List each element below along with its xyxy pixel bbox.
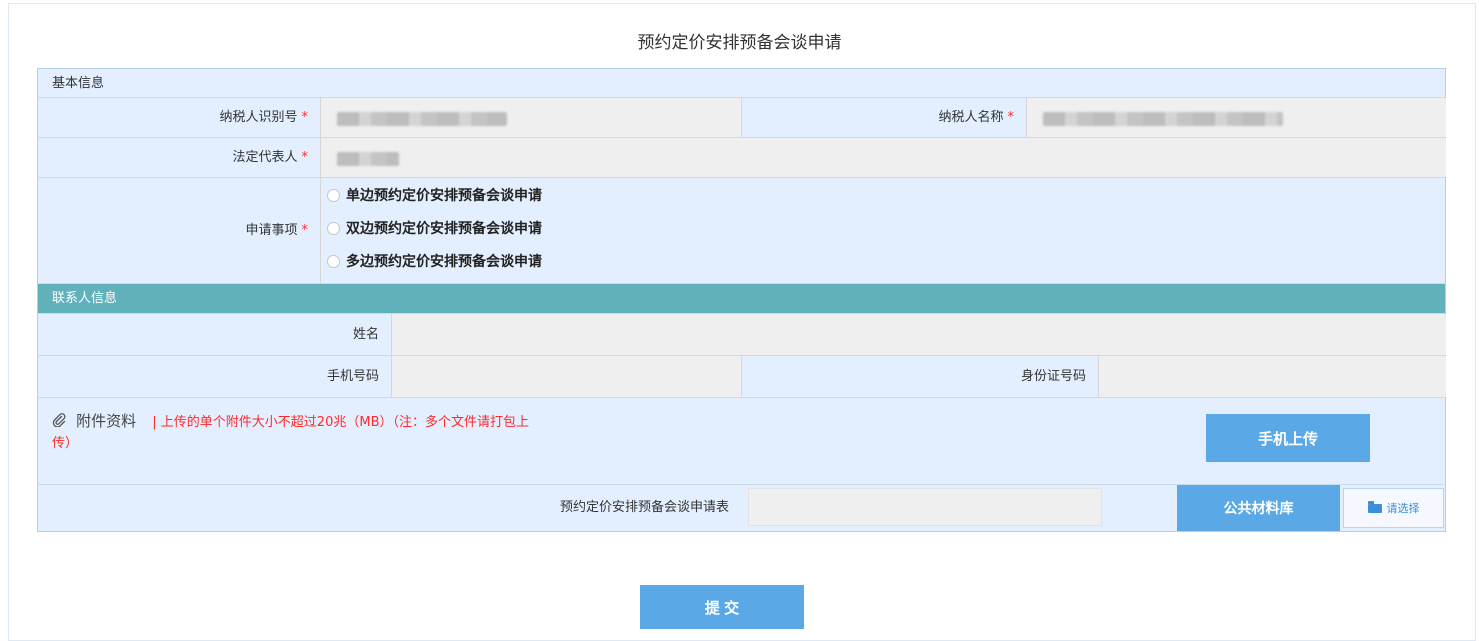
row-application-matter: 申请事项 * 单边预约定价安排预备会谈申请 双边预约定价安排预备会谈申请 多边预约… — [38, 178, 1445, 284]
legal-rep-label: 法定代表人 * — [232, 150, 308, 165]
radio-button[interactable] — [327, 188, 340, 202]
required-mark: * — [301, 110, 309, 125]
paperclip-icon — [52, 413, 66, 428]
redacted-value — [337, 152, 399, 166]
row-legal-rep: 法定代表人 * — [38, 138, 1446, 178]
choose-file-button[interactable]: 请选择 — [1343, 488, 1444, 528]
id-number-label: 身份证号码 — [741, 356, 1098, 397]
section-contact-info: 联系人信息 — [38, 284, 1445, 314]
public-library-button[interactable]: 公共材料库 — [1177, 485, 1340, 531]
row-contact-name: 姓名 — [38, 314, 1446, 356]
file-field[interactable] — [748, 488, 1102, 526]
matter-label: 申请事项 * — [245, 223, 308, 238]
legal-rep-field[interactable] — [320, 138, 1446, 177]
id-number-field[interactable] — [1098, 356, 1446, 397]
submit-button[interactable]: 提 交 — [640, 585, 804, 629]
attachment-note: | 上传的单个附件大小不超过20兆（MB）（注：多个文件请打包上 — [152, 415, 529, 430]
phone-label: 手机号码 — [326, 369, 379, 384]
option-multilateral[interactable]: 多边预约定价安排预备会谈申请 — [327, 251, 542, 271]
option-unilateral[interactable]: 单边预约定价安排预备会谈申请 — [327, 185, 542, 205]
section-basic-info: 基本信息 — [38, 69, 1445, 98]
radio-button[interactable] — [327, 221, 340, 235]
matter-options: 单边预约定价安排预备会谈申请 双边预约定价安排预备会谈申请 多边预约定价安排预备… — [320, 178, 1446, 283]
phone-field[interactable] — [391, 356, 741, 397]
contact-name-field[interactable] — [391, 314, 1446, 355]
taxpayer-id-field[interactable] — [320, 98, 741, 137]
section-basic-label: 基本信息 — [52, 76, 105, 91]
section-contact-label: 联系人信息 — [52, 291, 118, 306]
file-label: 预约定价安排预备会谈申请表 — [559, 500, 729, 515]
row-attachment: 附件资料 | 上传的单个附件大小不超过20兆（MB）（注：多个文件请打包上 传）… — [38, 398, 1445, 485]
application-form: 基本信息 纳税人识别号 * 纳税人名称 * 法定代表人 * 申请事项 * 单边预… — [37, 68, 1446, 532]
page-title: 预约定价安排预备会谈申请 — [637, 33, 842, 53]
taxpayer-name-field[interactable] — [1026, 98, 1446, 137]
row-taxpayer: 纳税人识别号 * 纳税人名称 * — [38, 98, 1446, 138]
contact-name-label: 姓名 — [352, 327, 379, 342]
redacted-value — [337, 112, 507, 126]
attachment-note-cont: 传） — [52, 436, 79, 451]
taxpayer-name-label: 纳税人名称 * — [741, 98, 1026, 137]
mobile-upload-button[interactable]: 手机上传 — [1206, 414, 1370, 462]
radio-button[interactable] — [327, 254, 340, 268]
attachment-label: 附件资料 — [76, 412, 137, 430]
taxpayer-id-label: 纳税人识别号 * — [219, 110, 309, 125]
folder-icon — [1367, 500, 1382, 513]
option-bilateral[interactable]: 双边预约定价安排预备会谈申请 — [327, 218, 542, 238]
row-file: 预约定价安排预备会谈申请表 公共材料库 请选择 — [38, 485, 1445, 531]
attachment-info: 附件资料 | 上传的单个附件大小不超过20兆（MB）（注：多个文件请打包上 传） — [52, 411, 752, 454]
row-contact-phone: 手机号码 身份证号码 — [38, 356, 1446, 398]
redacted-value — [1043, 112, 1283, 126]
